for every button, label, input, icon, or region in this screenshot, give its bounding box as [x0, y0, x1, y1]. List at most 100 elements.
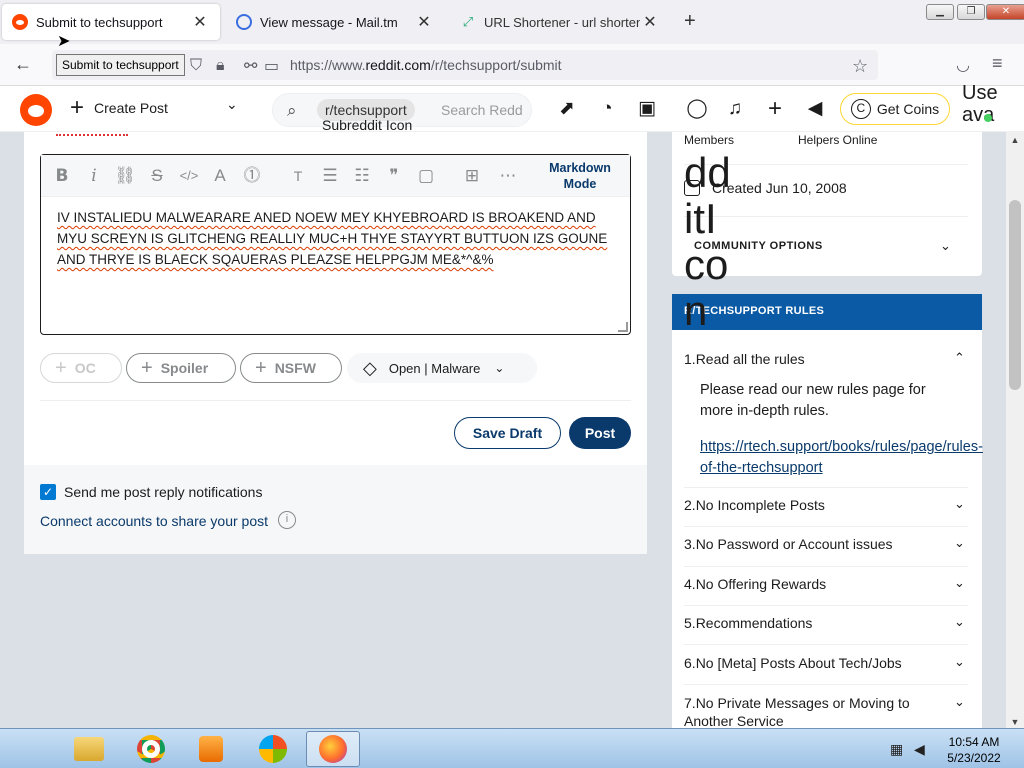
create-post-dropdown[interactable]: + Create Post [70, 96, 168, 120]
rule-item[interactable]: 4.No Offering Rewards [684, 576, 970, 592]
create-post-plus-icon[interactable]: + [764, 97, 786, 121]
lock-icon[interactable]: 🔒︎ [216, 57, 225, 75]
tab-url-shortener[interactable]: ⤢ URL Shortener - url shortening a ✕ [450, 4, 670, 40]
post-body-text[interactable]: IV INSTALIEDU MALWEARARE ANED NOEW MEY K… [57, 207, 617, 270]
back-arrow-icon[interactable]: ← [14, 54, 32, 75]
minimize-button[interactable]: ▁ [926, 4, 954, 20]
rule-title: No Offering Rewards [695, 576, 827, 592]
chevron-down-icon[interactable]: ⌄ [226, 96, 238, 113]
link-icon[interactable]: ⛓ [114, 165, 136, 187]
page-icon[interactable]: ▭ [264, 56, 279, 76]
notification-bell-icon[interactable]: ♫ [724, 98, 746, 120]
chevron-down-icon[interactable]: ⌄ [954, 654, 965, 670]
heading-icon[interactable]: T [287, 165, 309, 187]
url-text[interactable]: https://www.reddit.com/r/techsupport/sub… [290, 57, 562, 73]
system-clock[interactable]: 10:54 AM 5/23/2022 [944, 734, 1004, 766]
new-tab-button[interactable]: + [684, 10, 696, 33]
windows-logo-icon[interactable] [246, 731, 300, 767]
italic-icon[interactable]: i [83, 165, 105, 187]
online-status-dot [984, 114, 992, 122]
firefox-icon[interactable] [306, 731, 360, 767]
video-icon[interactable]: ▣ [636, 98, 658, 120]
resize-handle[interactable] [618, 322, 628, 332]
notify-checkbox[interactable]: ✓ [40, 484, 56, 500]
bookmark-star-icon[interactable]: ☆ [852, 56, 868, 77]
permissions-icon[interactable]: ⚯ [244, 56, 257, 76]
chevron-up-icon[interactable]: ⌃ [954, 350, 965, 366]
spoiler-tag-button[interactable]: + Spoiler [126, 353, 236, 383]
shield-icon[interactable]: ⛉ [190, 57, 202, 75]
more-options-icon[interactable]: ⋯ [497, 165, 519, 187]
stats-icon[interactable]: ◔ [596, 98, 618, 120]
chevron-down-icon[interactable]: ⌄ [954, 614, 965, 630]
rule-title: No Private Messages or Moving to Another… [684, 695, 910, 729]
close-tab-icon[interactable]: ✕ [640, 12, 660, 32]
volume-icon[interactable]: ◀ [914, 741, 925, 758]
rule-item[interactable]: 6.No [Meta] Posts About Tech/Jobs [684, 655, 970, 671]
divider [40, 400, 631, 401]
post-footer [24, 465, 647, 554]
network-icon[interactable]: ▦ [890, 741, 903, 758]
quote-icon[interactable]: ❞ [383, 165, 405, 187]
bulleted-list-icon[interactable]: ☰ [319, 165, 341, 187]
scroll-up-arrow-icon[interactable]: ▲ [1006, 132, 1024, 148]
nsfw-tag-button[interactable]: + NSFW [240, 353, 342, 383]
connect-accounts-link[interactable]: Connect accounts to share your post [40, 513, 268, 529]
helpers-online-label: Helpers Online [798, 133, 878, 147]
media-player-icon[interactable] [184, 731, 238, 767]
rule-item[interactable]: 7.No Private Messages or Moving to Anoth… [684, 694, 944, 730]
tab-submit-techsupport[interactable]: Submit to techsupport ✕ [2, 4, 220, 40]
close-tab-icon[interactable]: ✕ [190, 12, 210, 32]
coin-icon: C [850, 99, 871, 119]
table-icon[interactable]: ⊞ [461, 165, 483, 187]
rule-item[interactable]: 5.Recommendations [684, 615, 970, 631]
rule-item[interactable]: 3.No Password or Account issues [684, 536, 970, 552]
rules-card: R/TECHSUPPORT RULES 1.Read all the rules… [672, 294, 983, 734]
chevron-down-icon[interactable]: ⌄ [954, 575, 965, 591]
markdown-mode-toggle[interactable]: Markdown Mode [543, 160, 617, 192]
divider [684, 644, 968, 645]
strikethrough-icon[interactable]: S [146, 165, 168, 187]
inline-code-icon[interactable]: </> [178, 165, 200, 187]
oc-tag-button[interactable]: + OC [40, 353, 122, 383]
bold-icon[interactable]: B [51, 165, 73, 187]
chrome-icon[interactable] [124, 731, 178, 767]
info-icon[interactable]: i [278, 511, 296, 529]
chat-icon[interactable]: ◯ [686, 98, 708, 120]
maximize-button[interactable]: ❐ [957, 4, 985, 20]
scrollbar-thumb[interactable] [1009, 200, 1021, 390]
popular-icon[interactable]: ⬈ [556, 98, 578, 120]
chevron-down-icon[interactable]: ⌄ [954, 694, 965, 710]
flair-label: Open | Malware [388, 360, 481, 376]
code-block-icon[interactable]: ▢ [415, 165, 437, 187]
get-coins-button[interactable]: C Get Coins [840, 93, 950, 125]
get-coins-label: Get Coins [876, 101, 940, 117]
chevron-down-icon[interactable]: ⌄ [954, 535, 965, 551]
browser-tab-bar: Submit to techsupport ✕ View message - M… [0, 0, 1024, 44]
superscript-icon[interactable]: A [209, 165, 231, 187]
reddit-logo-icon[interactable] [20, 94, 52, 126]
spoiler-alert-icon[interactable]: ⓵ [241, 165, 263, 187]
plus-icon: + [55, 356, 67, 379]
tab-mail-tm[interactable]: View message - Mail.tm ✕ [226, 4, 444, 40]
post-body-editor[interactable]: B i ⛓ S </> A ⓵ T ☰ ☷ ❞ ▢ ⊞ ⋯ Markdown M… [40, 154, 631, 335]
chevron-down-icon[interactable]: ⌄ [940, 238, 951, 254]
pocket-icon[interactable]: ◡ [956, 55, 970, 75]
chevron-down-icon[interactable]: ⌄ [954, 496, 965, 512]
flair-dropdown[interactable]: ◇ Open | Malware ⌄ [347, 353, 537, 383]
close-window-button[interactable]: ✕ [986, 4, 1024, 20]
rule-item[interactable]: 2.No Incomplete Posts [684, 497, 970, 513]
numbered-list-icon[interactable]: ☷ [351, 165, 373, 187]
link-favicon-icon: ⤢ [462, 14, 474, 29]
advertise-megaphone-icon[interactable]: ◀ [804, 98, 826, 120]
rule-item[interactable]: 1.Read all the rules [684, 351, 970, 367]
page-scrollbar[interactable]: ▲ ▼ [1006, 132, 1024, 730]
post-button[interactable]: Post [569, 417, 631, 449]
rules-page-link[interactable]: https://rtech.support/books/rules/page/r… [700, 437, 983, 479]
divider [684, 684, 968, 685]
menu-hamburger-icon[interactable]: ≡ [992, 53, 1003, 74]
file-explorer-icon[interactable] [62, 731, 116, 767]
user-avatar-broken-text[interactable]: Use ava [962, 82, 1002, 126]
save-draft-button[interactable]: Save Draft [454, 417, 561, 449]
close-tab-icon[interactable]: ✕ [414, 12, 434, 32]
